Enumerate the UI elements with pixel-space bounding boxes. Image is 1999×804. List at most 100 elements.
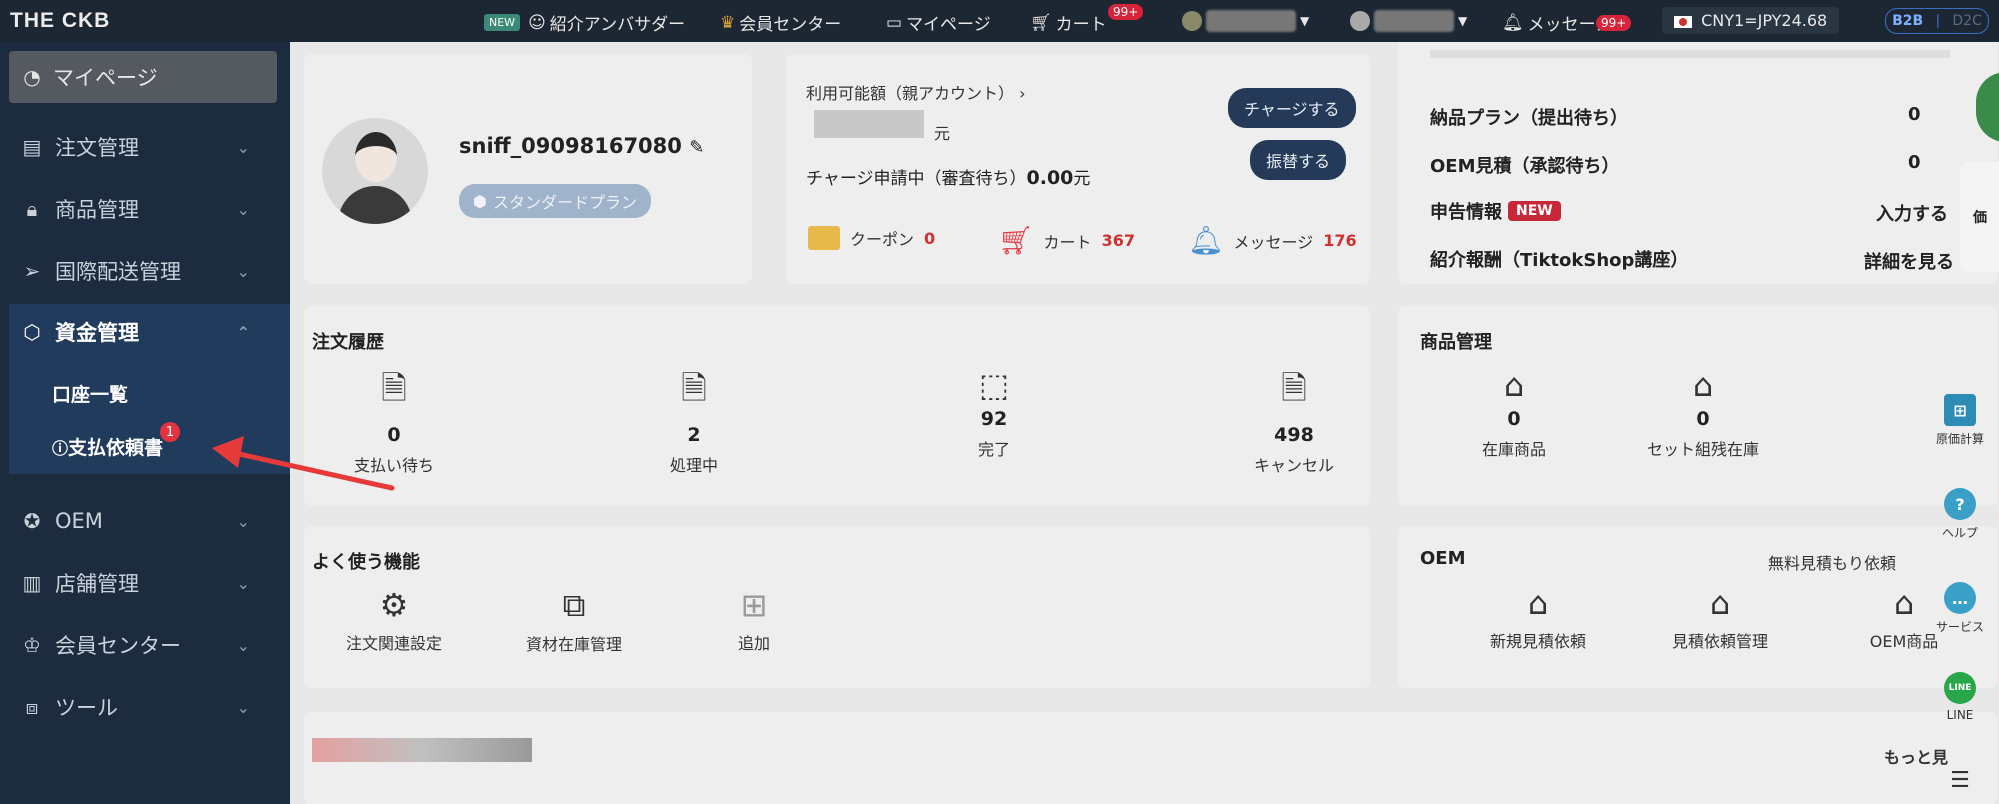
available-balance-link[interactable]: 利用可能額（親アカウント） › xyxy=(806,80,1026,104)
cart-link[interactable]: 🛒︎ カート 99+ xyxy=(1030,4,1144,35)
chevron-up-icon: ⌃ xyxy=(236,322,250,342)
member-center-link[interactable]: ♛ 会員センター xyxy=(720,10,841,36)
product-stat-inventory[interactable]: ⌂ 0 在庫商品 xyxy=(1444,366,1584,460)
section-title: よく使う機能 xyxy=(312,552,420,573)
message-badge: 99+ xyxy=(1596,15,1632,31)
main-content: sniff_09098167080 ✎ ⬢ スタンダードプラン 利用可能額（親アカ… xyxy=(290,42,1999,804)
ambassador-link[interactable]: NEW ☺ 紹介アンバサダー xyxy=(484,10,685,35)
submenu-accounts[interactable]: 口座一覧 xyxy=(52,380,128,407)
toolbox-icon: ⧈ xyxy=(25,695,39,719)
sidebar-item-label: ツール xyxy=(55,696,118,720)
summary-value: 0 xyxy=(1908,104,1921,125)
sub-account-avatar xyxy=(1350,11,1370,31)
d2c-option[interactable]: D2C xyxy=(1952,13,1981,29)
message-link[interactable]: 🔔︎ メッセージ 99+ xyxy=(1502,10,1632,35)
order-stat-completed[interactable]: ⬚ 92 完了 xyxy=(924,366,1064,460)
bell-icon: 🔔︎ xyxy=(1188,224,1224,257)
sidebar-item-label: OEM xyxy=(55,509,103,533)
message-summary-link[interactable]: 🔔︎ メッセージ 176 xyxy=(1188,224,1357,257)
service-button[interactable]: … サービス xyxy=(1928,582,1992,635)
sidebar-item-orders[interactable]: ▤ 注文管理 ⌄ xyxy=(9,118,290,176)
right-price-tab[interactable]: 価 xyxy=(1960,162,1999,272)
top-bar: THE CKB NEW ☺ 紹介アンバサダー ♛ 会員センター ▭ マイページ … xyxy=(0,0,1999,42)
oem-quote-management[interactable]: ⌂ 見積依頼管理 xyxy=(1650,584,1790,652)
b2b-d2c-toggle[interactable]: B2B | D2C xyxy=(1885,8,1989,34)
cart-icon: 🛒︎ xyxy=(998,224,1034,257)
summary-row[interactable]: 紹介報酬（TiktokShop講座） xyxy=(1430,246,1688,272)
summary-value[interactable]: 詳細を見る xyxy=(1864,248,1954,274)
order-stat-cancelled[interactable]: 🗎 498 キャンセル xyxy=(1224,366,1364,476)
product-management-card: 商品管理 ⌂ 0 在庫商品 ⌂ 0 セット組残在庫 xyxy=(1398,306,1998,506)
sidebar-item-label: マイページ xyxy=(53,66,158,90)
bottom-card: もっと見 xyxy=(304,712,1998,804)
sidebar-item-products[interactable]: 🔒︎ 商品管理 ⌄ xyxy=(9,180,290,238)
frequent-features-card: よく使う機能 ⚙ 注文関連設定 ⧉ 資材在庫管理 ⊞ 追加 xyxy=(304,526,1370,688)
box-check-icon: ⬚ xyxy=(978,366,1010,404)
feature-order-settings[interactable]: ⚙ 注文関連設定 xyxy=(324,586,464,654)
summary-value[interactable]: 入力する xyxy=(1876,200,1948,226)
feature-add[interactable]: ⊞ 追加 xyxy=(684,586,824,654)
pending-charge: チャージ申請中（審査待ち）0.00元 xyxy=(806,167,1091,189)
profile-avatar xyxy=(322,118,428,224)
order-stat-processing[interactable]: 🗎 2 処理中 xyxy=(624,366,764,476)
transfer-button[interactable]: 振替する xyxy=(1250,140,1347,180)
mypage-link[interactable]: ▭ マイページ xyxy=(886,10,991,36)
logo[interactable]: THE CKB xyxy=(10,9,110,33)
free-quote-link[interactable]: 無料見積もり依頼 xyxy=(1768,550,1896,574)
store-icon: ▥ xyxy=(22,571,42,595)
sidebar-item-tools[interactable]: ⧈ ツール ⌄ xyxy=(9,678,290,736)
yen-shield-icon: ⬡ xyxy=(23,320,41,344)
sidebar-item-funds[interactable]: ⬡ 資金管理 ⌃ xyxy=(9,304,290,360)
gear-icon: ⚙ xyxy=(379,586,409,624)
pie-chart-icon: ◔ xyxy=(23,65,41,89)
cart-badge: 99+ xyxy=(1108,4,1144,20)
chevron-down-icon: ⌄ xyxy=(236,261,250,281)
sidebar-item-mypage[interactable]: ◔ マイページ xyxy=(9,51,277,103)
help-button[interactable]: ? ヘルプ xyxy=(1928,488,1992,541)
store-grid-icon: ⌂ xyxy=(1709,584,1731,622)
edit-icon[interactable]: ✎ xyxy=(689,137,704,158)
cart-summary-link[interactable]: 🛒︎ カート 367 xyxy=(998,224,1135,257)
chevron-down-icon: ⌄ xyxy=(236,573,250,593)
boxes-icon: ⧉ xyxy=(562,586,586,624)
blurred-sub-account xyxy=(1374,10,1454,32)
line-button[interactable]: LINE LINE xyxy=(1928,672,1992,722)
calculator-icon: ⊞ xyxy=(1944,394,1976,426)
section-title: 注文履歴 xyxy=(312,332,384,353)
oem-card: OEM 無料見積もり依頼 ⌂ 新規見積依頼 ⌂ 見積依頼管理 ⌂ OEM商品 xyxy=(1398,526,1998,688)
section-title: 商品管理 xyxy=(1420,332,1492,353)
sub-account-switch[interactable]: ▼ xyxy=(1350,10,1467,32)
account-avatar xyxy=(1182,11,1202,31)
submenu-payment-request[interactable]: ⓘ支払依頼書 xyxy=(52,433,163,460)
oem-new-quote[interactable]: ⌂ 新規見積依頼 xyxy=(1468,584,1608,652)
sidebar-item-shipping[interactable]: ➢ 国際配送管理 ⌄ xyxy=(9,242,290,300)
sidebar-item-label: 注文管理 xyxy=(55,136,139,160)
feature-material-inventory[interactable]: ⧉ 資材在庫管理 xyxy=(504,586,644,655)
sidebar-item-store[interactable]: ▥ 店舗管理 ⌄ xyxy=(9,554,290,612)
new-tag: NEW xyxy=(1508,201,1561,221)
summary-row[interactable]: 申告情報 NEW xyxy=(1430,198,1561,224)
account-switch[interactable]: ▼ xyxy=(1182,10,1309,32)
sidebar-item-member[interactable]: ♔ 会員センター ⌄ xyxy=(9,616,290,674)
chevron-right-icon: › xyxy=(1019,84,1026,103)
username: sniff_09098167080 ✎ xyxy=(459,134,705,158)
charge-button[interactable]: チャージする xyxy=(1228,88,1356,128)
chevron-down-icon: ▼ xyxy=(1458,14,1468,28)
b2b-option[interactable]: B2B xyxy=(1892,13,1923,29)
chevron-down-icon: ▼ xyxy=(1300,14,1310,28)
chevron-down-icon: ⌄ xyxy=(236,137,250,157)
sidebar-item-label: 資金管理 xyxy=(55,321,139,345)
cost-calc-button[interactable]: ⊞ 原価計算 xyxy=(1928,394,1992,447)
collapse-menu-icon[interactable]: ☰ xyxy=(1928,768,1992,793)
blurred-balance xyxy=(814,110,924,138)
summary-row[interactable]: OEM見積（承認待ち） xyxy=(1430,152,1620,178)
plan-badge: ⬢ スタンダードプラン xyxy=(459,184,651,218)
more-link[interactable]: もっと見 xyxy=(1884,744,1948,768)
sidebar-item-label: 会員センター xyxy=(55,634,181,658)
coupon-link[interactable]: クーポン 0 xyxy=(808,226,935,250)
payment-request-badge: 1 xyxy=(160,422,180,442)
monitor-icon: ▭ xyxy=(886,12,903,33)
summary-row[interactable]: 納品プラン（提出待ち） xyxy=(1430,104,1628,130)
product-stat-set-remaining[interactable]: ⌂ 0 セット組残在庫 xyxy=(1628,366,1778,460)
sidebar-item-oem[interactable]: ✪ OEM ⌄ xyxy=(9,492,290,550)
